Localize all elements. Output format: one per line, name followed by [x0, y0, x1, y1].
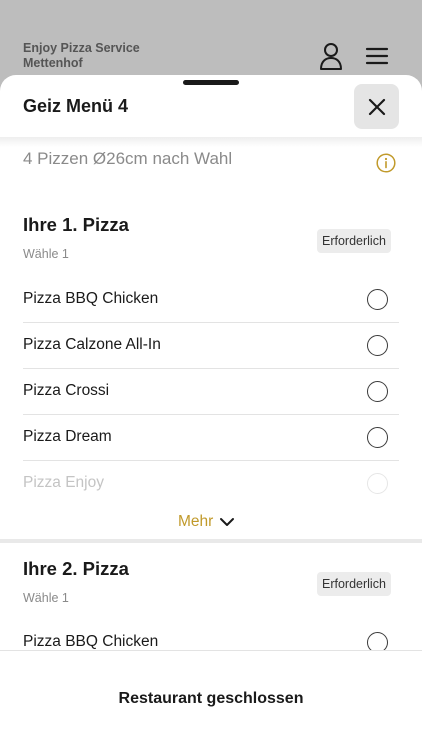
group-subtitle: Wähle 1	[23, 591, 69, 605]
user-icon[interactable]	[318, 42, 344, 70]
restaurant-closed-label: Restaurant geschlossen	[118, 690, 304, 707]
product-sheet: Geiz Menü 4 4 Pizzen Ø26cm nach Wahl Ihr…	[0, 75, 422, 750]
more-button[interactable]: Mehr	[178, 510, 235, 534]
section-separator	[0, 539, 422, 543]
product-description: 4 Pizzen Ø26cm nach Wahl	[23, 149, 233, 168]
restaurant-name-line2: Mettenhof	[23, 56, 83, 70]
radio-button[interactable]	[367, 632, 388, 650]
chevron-down-icon	[220, 518, 235, 526]
sheet-footer: Restaurant geschlossen	[0, 650, 422, 750]
option-pizza-crossi[interactable]: Pizza Crossi	[23, 369, 399, 415]
option-pizza-bbq-chicken[interactable]: Pizza BBQ Chicken	[23, 620, 399, 650]
close-button[interactable]	[354, 84, 399, 129]
option-label: Pizza Crossi	[23, 382, 110, 399]
option-label: Pizza Enjoy	[23, 474, 104, 491]
option-pizza-calzone-all-in[interactable]: Pizza Calzone All-In	[23, 323, 399, 369]
group-title: Ihre 1. Pizza	[23, 214, 129, 235]
restaurant-name: Enjoy Pizza Service Mettenhof	[23, 41, 140, 71]
info-icon[interactable]	[376, 153, 396, 173]
sheet-title: Geiz Menü 4	[23, 96, 129, 116]
radio-button[interactable]	[367, 289, 388, 310]
group-title: Ihre 2. Pizza	[23, 558, 129, 579]
close-icon	[368, 98, 385, 115]
radio-button[interactable]	[367, 381, 388, 402]
radio-button[interactable]	[367, 473, 388, 494]
option-pizza-enjoy[interactable]: Pizza Enjoy	[23, 461, 399, 507]
sheet-content[interactable]: 4 Pizzen Ø26cm nach Wahl Ihre 1. Pizza W…	[0, 141, 422, 650]
more-label: Mehr	[178, 513, 214, 530]
option-pizza-dream[interactable]: Pizza Dream	[23, 415, 399, 461]
radio-button[interactable]	[367, 335, 388, 356]
restaurant-name-line1: Enjoy Pizza Service	[23, 41, 140, 55]
radio-button[interactable]	[367, 427, 388, 448]
sheet-grabber[interactable]	[183, 80, 239, 85]
hamburger-menu-icon[interactable]	[365, 47, 389, 65]
option-pizza-bbq-chicken[interactable]: Pizza BBQ Chicken	[23, 277, 399, 323]
required-badge: Erforderlich	[317, 229, 391, 253]
option-label: Pizza BBQ Chicken	[23, 290, 159, 307]
required-badge: Erforderlich	[317, 572, 391, 596]
option-label: Pizza BBQ Chicken	[23, 633, 159, 650]
option-label: Pizza Calzone All-In	[23, 336, 161, 353]
option-label: Pizza Dream	[23, 428, 112, 445]
group-subtitle: Wähle 1	[23, 247, 69, 261]
